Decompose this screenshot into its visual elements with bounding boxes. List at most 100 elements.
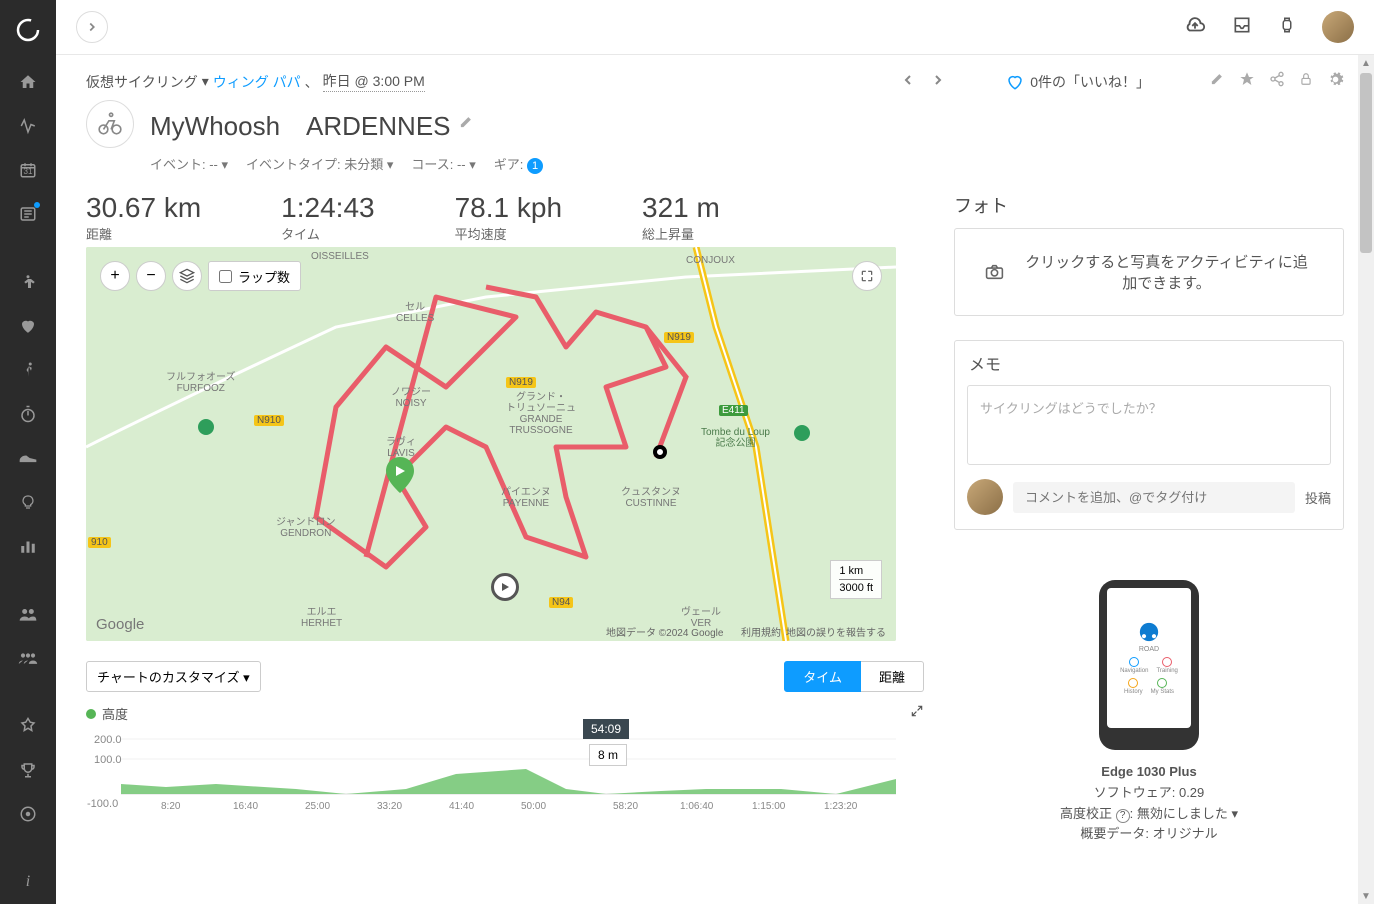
map-layers-button[interactable]: [172, 261, 202, 291]
sidebar-stats-icon[interactable]: [8, 526, 48, 566]
activity-timestamp: 昨日 @ 3:00 PM: [323, 71, 425, 92]
svg-text:8:20: 8:20: [161, 801, 181, 812]
map-start-marker: [386, 457, 414, 493]
stat-elevation: 321 m: [642, 192, 720, 224]
cloud-upload-icon[interactable]: [1184, 14, 1206, 41]
sidebar-groups-icon[interactable]: [8, 594, 48, 634]
map-zoom-out-button[interactable]: −: [136, 261, 166, 291]
svg-text:-100.0: -100.0: [87, 798, 118, 810]
event-meta[interactable]: イベント: -- ▾: [150, 154, 228, 174]
sidebar-bulb-icon[interactable]: [8, 482, 48, 522]
device-data-source: 概要データ: オリジナル: [954, 824, 1344, 845]
stat-time: 1:24:43: [281, 192, 374, 224]
likes-count[interactable]: 0件の「いいね！」: [1006, 72, 1150, 92]
map-scale: 1 km 3000 ft: [830, 560, 882, 599]
chart-tooltip-time: 54:09: [583, 719, 629, 739]
comment-submit-button[interactable]: 投稿: [1305, 488, 1331, 507]
chart-tab-time[interactable]: タイム: [784, 661, 861, 692]
elevation-chart[interactable]: 高度 200.0 100.0: [86, 704, 924, 819]
prev-activity-icon[interactable]: [900, 72, 916, 93]
chart-tab-distance[interactable]: 距離: [861, 661, 924, 692]
user-avatar[interactable]: [1322, 11, 1354, 43]
comment-avatar: [967, 479, 1003, 515]
sidebar-trophy-icon[interactable]: [8, 750, 48, 790]
header: [56, 0, 1374, 55]
sidebar-info-icon[interactable]: i: [8, 862, 48, 902]
device-info: ROAD Navigation Training History My Stat…: [954, 580, 1344, 845]
inbox-icon[interactable]: [1232, 15, 1252, 40]
svg-text:25:00: 25:00: [305, 801, 330, 812]
sidebar-news-icon[interactable]: [8, 194, 48, 234]
watch-icon[interactable]: [1278, 15, 1296, 40]
scrollbar[interactable]: ▲ ▼: [1358, 55, 1374, 904]
activity-title: MyWhoosh ARDENNES: [150, 106, 451, 143]
google-logo: Google: [96, 616, 144, 633]
course-meta[interactable]: コース: -- ▾: [411, 154, 475, 174]
map-end-marker: [653, 445, 667, 459]
event-type-meta[interactable]: イベントタイプ: 未分類 ▾: [246, 154, 393, 174]
svg-text:1:23:20: 1:23:20: [824, 801, 858, 812]
device-calibration[interactable]: 高度校正 ?: 無効にしました ▾: [954, 804, 1344, 825]
map-fullscreen-button[interactable]: [852, 261, 882, 291]
star-icon[interactable]: [1239, 71, 1255, 93]
svg-text:16:40: 16:40: [233, 801, 258, 812]
sidebar-calendar-icon[interactable]: 31: [8, 150, 48, 190]
device-software: ソフトウェア: 0.29: [954, 783, 1344, 804]
sidebar-heart-icon[interactable]: [8, 306, 48, 346]
sidebar-badge-icon[interactable]: [8, 706, 48, 746]
sidebar-activity-icon[interactable]: [8, 106, 48, 146]
chart-expand-icon[interactable]: [910, 704, 924, 723]
sidebar-home-icon[interactable]: [8, 62, 48, 102]
comment-input[interactable]: [1013, 482, 1295, 513]
camera-icon: [985, 262, 1004, 282]
app-logo[interactable]: [14, 16, 42, 44]
map-credit: 地図データ ©2024 Google: [606, 624, 723, 639]
stat-speed: 78.1 kph: [455, 192, 562, 224]
svg-text:41:40: 41:40: [449, 801, 474, 812]
info-icon: ?: [1116, 809, 1130, 823]
cycling-icon: [86, 100, 134, 148]
share-icon[interactable]: [1269, 71, 1285, 93]
sidebar-body-icon[interactable]: [8, 262, 48, 302]
lock-icon[interactable]: [1299, 71, 1313, 93]
map-play-marker[interactable]: [491, 573, 519, 601]
edit-title-icon[interactable]: [459, 114, 474, 134]
svg-text:1:06:40: 1:06:40: [680, 801, 714, 812]
sidebar-target-icon[interactable]: [8, 794, 48, 834]
gear-icon[interactable]: [1327, 71, 1344, 93]
edit-icon[interactable]: [1210, 71, 1225, 93]
sidebar: 31 i: [0, 0, 56, 904]
gear-meta[interactable]: ギア: 1: [494, 154, 543, 174]
map[interactable]: CONJOUX OISSEILLES フルフォオーズ FURFOOZ セル CE…: [86, 247, 896, 641]
chart-tooltip-val: 8 m: [589, 744, 627, 766]
sidebar-toggle-button[interactable]: [76, 11, 108, 43]
scrollbar-down-icon[interactable]: ▼: [1358, 888, 1374, 904]
scrollbar-thumb[interactable]: [1360, 73, 1372, 253]
device-image: ROAD Navigation Training History My Stat…: [1099, 580, 1199, 750]
sidebar-connections-icon[interactable]: [8, 638, 48, 678]
photo-title: フォト: [954, 192, 1344, 218]
svg-text:50:00: 50:00: [521, 801, 546, 812]
map-zoom-in-button[interactable]: +: [100, 261, 130, 291]
chart-customize-button[interactable]: チャートのカスタマイズ ▾: [86, 661, 261, 692]
activity-type[interactable]: 仮想サイクリング: [86, 72, 198, 92]
memo-panel: メモ サイクリングはどうでしたか？ 投稿: [954, 340, 1344, 530]
user-link[interactable]: ウィング パパ: [213, 72, 301, 92]
chart-legend: 高度: [86, 704, 128, 723]
map-report[interactable]: 地図の誤りを報告する: [786, 624, 886, 639]
memo-input[interactable]: サイクリングはどうでしたか？: [967, 385, 1331, 465]
stat-distance: 30.67 km: [86, 192, 201, 224]
sidebar-shoe-icon[interactable]: [8, 438, 48, 478]
device-name: Edge 1030 Plus: [954, 762, 1344, 783]
next-activity-icon[interactable]: [930, 72, 946, 93]
sidebar-stopwatch-icon[interactable]: [8, 394, 48, 434]
map-terms[interactable]: 利用規約: [741, 624, 781, 639]
svg-text:1:15:00: 1:15:00: [752, 801, 786, 812]
map-lap-toggle[interactable]: ラップ数: [208, 261, 301, 291]
sidebar-run-icon[interactable]: [8, 350, 48, 390]
scrollbar-up-icon[interactable]: ▲: [1358, 55, 1374, 71]
svg-text:58:20: 58:20: [613, 801, 638, 812]
add-photo-button[interactable]: クリックすると写真をアクティビティに追加できます。: [954, 228, 1344, 316]
svg-text:100.0: 100.0: [94, 754, 122, 766]
breadcrumb: 仮想サイクリング ▾ ウィング パパ 、 昨日 @ 3:00 PM: [86, 71, 543, 92]
